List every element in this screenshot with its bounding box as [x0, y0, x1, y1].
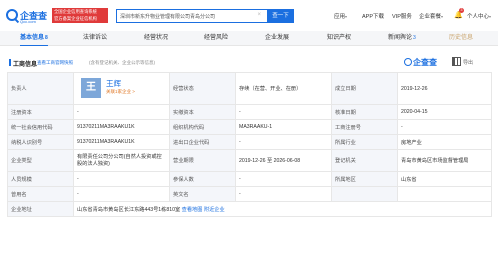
label-empty — [331, 186, 398, 202]
value-business-term: 2019-12-26 至 2026-06-08 — [235, 149, 332, 172]
label-staff-size: 人员规模 — [7, 171, 74, 187]
value-region: 山东省 — [397, 171, 492, 187]
view-map-link[interactable]: 查看地图 — [182, 207, 203, 213]
label-credit-code: 统一社会信用代码 — [7, 119, 74, 135]
label-former-name: 曾用名 — [7, 186, 74, 202]
value-former-name: - — [73, 186, 170, 202]
logo-subtext: Qcc.com — [20, 19, 36, 24]
label-legal-rep: 负责人 — [7, 72, 74, 105]
label-status: 经营状态 — [169, 72, 236, 105]
section-title: 工商信息 — [13, 62, 38, 68]
table-row: 统一社会信用代码 91370211MA3RAAKU1K 组织机构代码 MA3RA… — [7, 119, 492, 135]
value-reg-number: - — [397, 119, 492, 135]
value-taxpayer-id: 91370211MA3RAAKU1K — [73, 134, 170, 150]
label-industry: 所属行业 — [331, 134, 398, 150]
slogan-line-2: 官方备案企业征信机构 — [54, 16, 97, 21]
tab-basic-info[interactable]: 基本信息8 — [20, 31, 48, 46]
tab-news[interactable]: 新闻舆论3 — [388, 31, 416, 46]
magnifier-logo-icon — [404, 58, 412, 66]
label-approval-date: 核准日期 — [331, 104, 398, 120]
magnifier-logo-icon — [6, 9, 18, 21]
nav-apps[interactable]: 应用▾ — [334, 12, 347, 20]
tab-development[interactable]: 企业发展 — [265, 31, 290, 46]
label-reg-number: 工商注册号 — [331, 119, 398, 135]
gov-snapshot-link[interactable]: 查看工商官网快照 — [37, 60, 73, 66]
search-box[interactable]: × — [116, 9, 268, 23]
value-company-type: 有限责任公司分公司(自然人投资或控股的法人独资) — [73, 149, 170, 172]
related-companies-link[interactable]: 关联1家企业 > — [106, 89, 135, 95]
tab-legal[interactable]: 法律诉讼 — [83, 31, 108, 46]
avatar[interactable]: 王 — [81, 77, 101, 98]
person-card: 王 王辉 关联1家企业 > — [77, 74, 166, 104]
section-accent-bar — [9, 59, 11, 66]
value-import-export-code: - — [235, 134, 332, 150]
value-org-code: MA3RAAKU-1 — [235, 119, 332, 135]
value-english-name: - — [235, 186, 332, 202]
value-status: 存续（在营、开业、在册） — [235, 72, 332, 105]
notification-badge: 3 — [459, 8, 464, 13]
site-logo[interactable]: 企查查 Qcc.com — [6, 9, 50, 24]
nav-app-download[interactable]: APP下载 — [362, 12, 384, 20]
value-insured-count: - — [235, 171, 332, 187]
legal-rep-cell: 王 王辉 关联1家企业 > — [73, 72, 170, 105]
label-taxpayer-id: 纳税人识别号 — [7, 134, 74, 150]
clear-icon[interactable]: × — [257, 12, 261, 18]
tab-bar: 基本信息8 法律诉讼 经营状况 经营风险 企业发展 知识产权 新闻舆论3 历史信… — [0, 31, 498, 46]
search-button[interactable]: 查一下 — [267, 9, 294, 23]
user-center[interactable]: 个人中心▾ — [467, 12, 491, 20]
table-row: 注册资本 - 实缴资本 - 核准日期 2020-04-15 — [7, 104, 492, 120]
snapshot-note: (含有登记机关、企业公示等信息) — [89, 60, 155, 65]
nearby-companies-link[interactable]: 附近企业 — [204, 207, 225, 213]
section-header: 工商信息 查看工商官网快照 (含有登记机关、企业公示等信息) 企查查 导出 — [0, 51, 498, 71]
person-name[interactable]: 王辉 — [106, 78, 121, 89]
table-row: 企业地址 山东省青岛市黄岛区长江东路443号1栋810室 查看地图 附近企业 — [7, 201, 492, 217]
table-row: 企业类型 有限责任公司分公司(自然人投资或控股的法人独资) 营业期限 2019-… — [7, 149, 492, 172]
value-empty — [397, 186, 492, 202]
value-reg-capital: - — [73, 104, 170, 120]
label-business-term: 营业期限 — [169, 149, 236, 172]
value-address-cell: 山东省青岛市黄岛区长江东路443号1栋810室 查看地图 附近企业 — [73, 201, 492, 217]
table-row: 人员规模 - 参保人数 - 所属地区 山东省 — [7, 171, 492, 187]
label-reg-authority: 登记机关 — [331, 149, 398, 172]
label-org-code: 组织机构代码 — [169, 119, 236, 135]
chevron-down-icon: ▾ — [441, 14, 444, 19]
tab-operations[interactable]: 经营状况 — [144, 31, 169, 46]
label-english-name: 英文名 — [169, 186, 236, 202]
nav-packages[interactable]: 企业套餐▾ — [419, 12, 443, 20]
label-reg-capital: 注册资本 — [7, 104, 74, 120]
search-input[interactable] — [120, 12, 266, 21]
value-credit-code: 91370211MA3RAAKU1K — [73, 119, 170, 135]
label-region: 所属地区 — [331, 171, 398, 187]
label-address: 企业地址 — [7, 201, 74, 217]
qr-code-icon[interactable] — [452, 57, 461, 66]
table-row: 负责人 王 王辉 关联1家企业 > 经营状态 存续（在营、开业、在册） 成立日期… — [7, 72, 492, 105]
table-row: 纳税人识别号 91370211MA3RAAKU1K 进出口企业代码 - 所属行业… — [7, 134, 492, 150]
slogan-banner: 全国企业信用查询系统 官方备案企业征信机构 — [52, 8, 108, 23]
value-approval-date: 2020-04-15 — [397, 104, 492, 120]
tab-ip[interactable]: 知识产权 — [327, 31, 352, 46]
value-reg-authority: 青岛市黄岛区市场监督管理局 — [397, 149, 492, 172]
top-bar: 企查查 Qcc.com 全国企业信用查询系统 官方备案企业征信机构 × 查一下 … — [0, 0, 498, 30]
label-insured-count: 参保人数 — [169, 171, 236, 187]
label-founded: 成立日期 — [331, 72, 398, 105]
label-paid-capital: 实缴资本 — [169, 104, 236, 120]
tab-risk[interactable]: 经营风险 — [204, 31, 229, 46]
chevron-down-icon: ▾ — [489, 14, 492, 19]
label-company-type: 企业类型 — [7, 149, 74, 172]
chevron-down-icon: ▾ — [345, 14, 348, 19]
business-info-table: 负责人 王 王辉 关联1家企业 > 经营状态 存续（在营、开业、在册） 成立日期… — [7, 72, 492, 217]
nav-vip[interactable]: VIP服务 — [392, 12, 412, 20]
value-founded: 2019-12-26 — [397, 72, 492, 105]
export-label[interactable]: 导出 — [463, 59, 473, 66]
value-industry: 房地产业 — [397, 134, 492, 150]
table-row: 曾用名 - 英文名 - — [7, 186, 492, 202]
tab-history[interactable]: 历史信息 — [449, 31, 474, 46]
value-address: 山东省青岛市黄岛区长江东路443号1栋810室 — [77, 206, 181, 213]
label-import-export-code: 进出口企业代码 — [169, 134, 236, 150]
slogan-line-1: 全国企业信用查询系统 — [54, 9, 97, 14]
value-staff-size: - — [73, 171, 170, 187]
value-paid-capital: - — [235, 104, 332, 120]
brand-watermark: 企查查 — [404, 57, 437, 68]
